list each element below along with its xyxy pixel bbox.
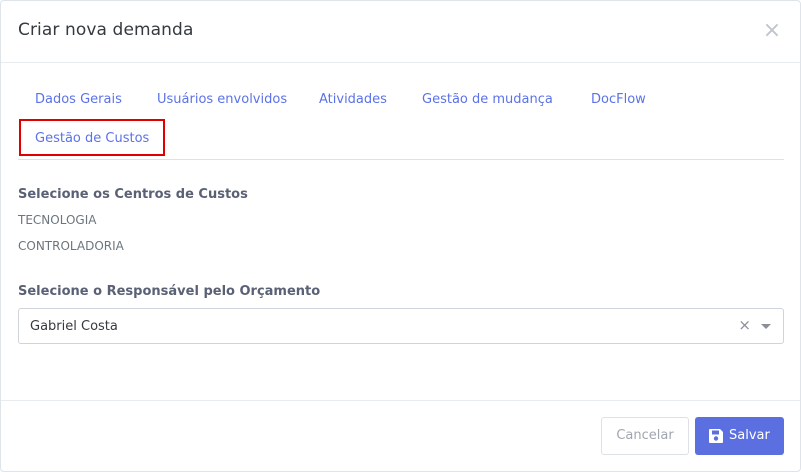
tab-gestao-de-custos[interactable]: Gestão de Custos <box>19 119 165 156</box>
close-icon[interactable]: × <box>762 20 782 42</box>
clear-icon[interactable]: × <box>738 316 751 334</box>
modal-footer-divider <box>1 400 800 401</box>
tab-docflow[interactable]: DocFlow <box>591 92 646 107</box>
tabs-divider <box>18 159 784 160</box>
save-button[interactable]: Salvar <box>695 417 784 455</box>
budget-owner-label: Selecione o Responsável pelo Orçamento <box>18 284 321 299</box>
save-button-label: Salvar <box>729 428 770 443</box>
cost-centers-label: Selecione os Centros de Custos <box>18 187 248 202</box>
tab-atividades[interactable]: Atividades <box>319 92 387 107</box>
tab-usuarios-envolvidos[interactable]: Usuários envolvidos <box>157 92 287 107</box>
budget-owner-select[interactable]: Gabriel Costa × <box>18 308 784 344</box>
create-demand-modal: Criar nova demanda × Dados Gerais Usuári… <box>0 0 801 472</box>
tab-dados-gerais[interactable]: Dados Gerais <box>35 92 122 107</box>
cost-center-item[interactable]: TECNOLOGIA <box>18 213 96 227</box>
chevron-down-icon[interactable] <box>761 324 771 329</box>
save-icon <box>709 429 723 443</box>
cost-center-item[interactable]: CONTROLADORIA <box>18 239 124 253</box>
modal-title: Criar nova demanda <box>18 20 194 40</box>
tab-gestao-de-mudanca[interactable]: Gestão de mudança <box>422 92 553 107</box>
cancel-button[interactable]: Cancelar <box>601 417 689 455</box>
budget-owner-selected: Gabriel Costa <box>30 319 118 334</box>
tab-gestao-de-custos-label: Gestão de Custos <box>35 131 150 146</box>
modal-header: Criar nova demanda × <box>1 1 800 63</box>
